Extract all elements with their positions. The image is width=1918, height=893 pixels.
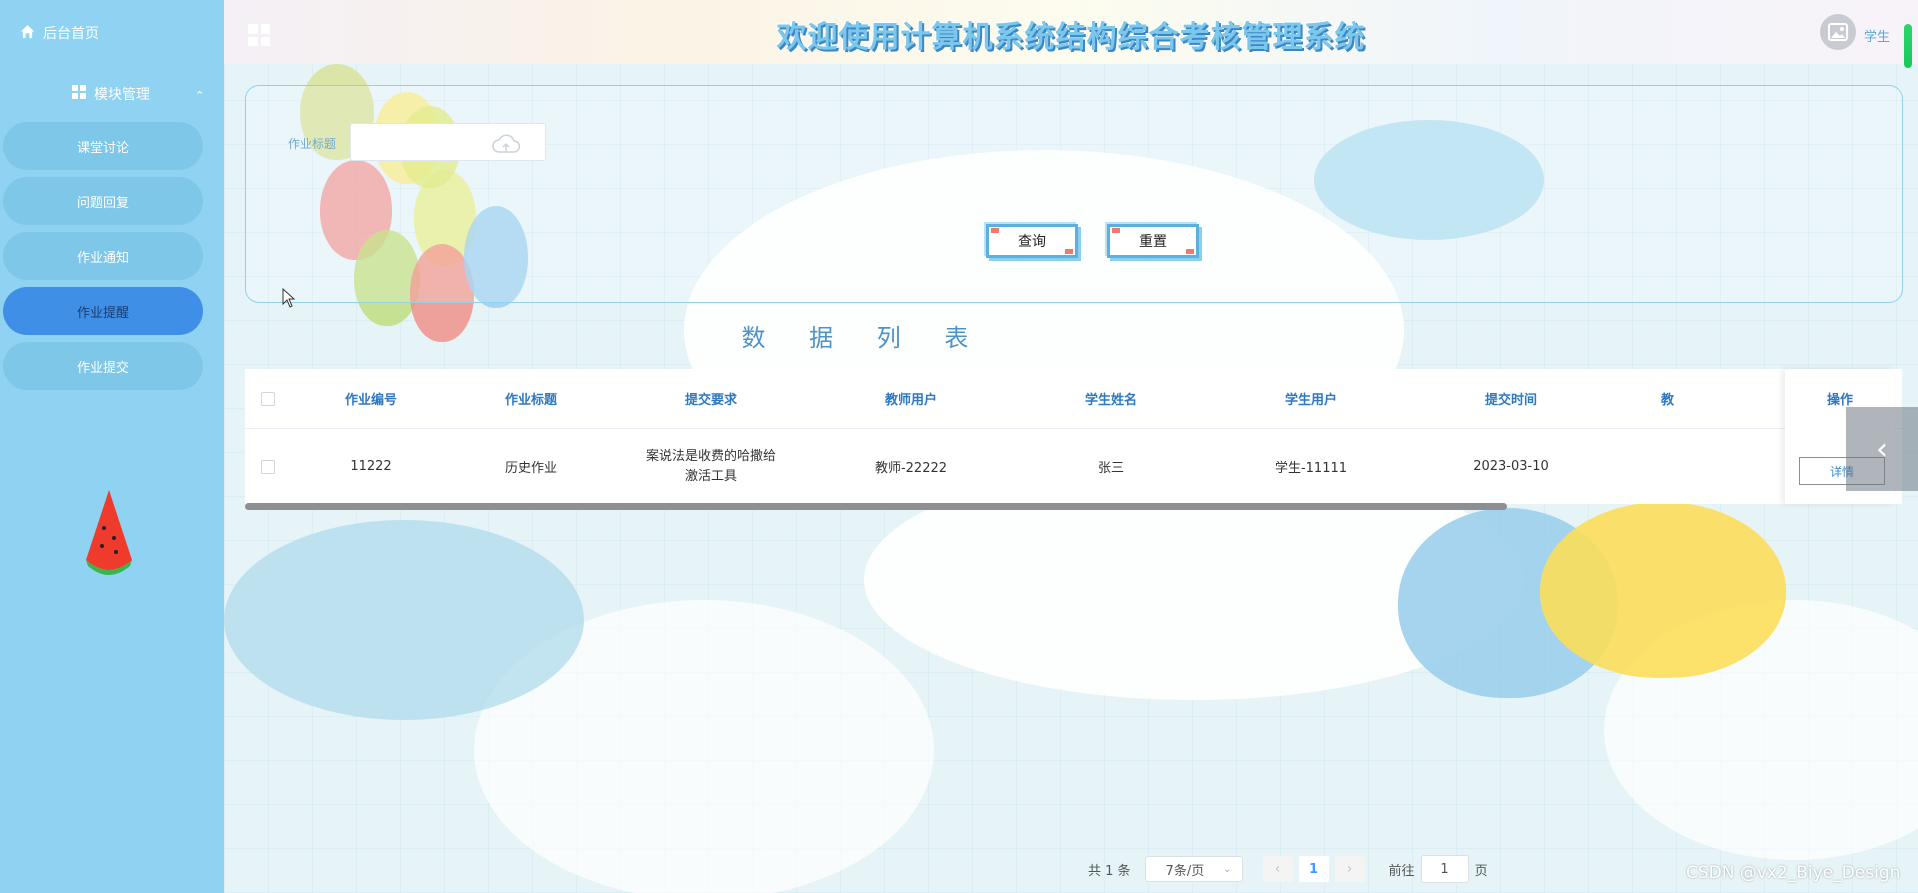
search-panel: 作业标题 查询 重置 xyxy=(245,85,1903,303)
table-cell: 历史作业 xyxy=(504,461,557,476)
chevron-left-icon: ‹ xyxy=(1274,861,1281,877)
sidebar-item-label: 作业通知 xyxy=(76,250,129,266)
user-role-label[interactable]: 学生 xyxy=(1864,26,1890,45)
table-cell: 11222 xyxy=(350,459,392,474)
cloud-icon xyxy=(492,134,521,158)
watermark-text: CSDN @vx2_Biye_Design xyxy=(1686,863,1901,883)
column-header[interactable]: 提交时间 xyxy=(1411,369,1611,428)
table-cell xyxy=(1611,429,1811,504)
column-header[interactable]: 学生姓名 xyxy=(1011,369,1211,428)
sidebar-item-homework-notice[interactable]: 作业通知 xyxy=(3,232,203,280)
row-checkbox[interactable] xyxy=(261,459,275,474)
sidebar-item-label: 作业提醒 xyxy=(76,305,129,321)
prev-page-button[interactable]: ‹ xyxy=(1262,856,1293,882)
table-cell: 学生-11111 xyxy=(1274,461,1348,476)
pagination: 共 1 条 7条/页 ⌄ ‹ 1 › 前往 1 页 xyxy=(1088,855,1488,883)
sidebar-item-question-reply[interactable]: 问题回复 xyxy=(3,177,203,225)
table-cell: 2023-03-10 xyxy=(1473,459,1549,474)
sidebar-item-label: 课堂讨论 xyxy=(76,140,129,156)
chevron-down-icon: ⌄ xyxy=(1223,863,1232,875)
cloud-decoration xyxy=(224,520,584,720)
goto-page-value: 1 xyxy=(1440,861,1449,877)
sidebar-group-module-management[interactable]: 模块管理 ⌄ xyxy=(72,83,204,105)
next-page-button[interactable]: › xyxy=(1334,856,1365,882)
query-button-label: 查询 xyxy=(1018,234,1046,250)
goto-suffix: 页 xyxy=(1474,863,1488,879)
goto-prefix: 前往 xyxy=(1388,863,1415,879)
homework-title-label: 作业标题 xyxy=(288,137,337,151)
data-list-title: 数 据 列 表 xyxy=(741,324,987,352)
balloon-decoration xyxy=(1540,502,1786,678)
sidebar-item-classroom-discussion[interactable]: 课堂讨论 xyxy=(3,122,203,170)
table-cell: 案说法是收费的哈撒给激活工具 xyxy=(645,448,776,484)
top-bar: 欢迎使用计算机系统结构综合考核管理系统 学生 xyxy=(224,0,1918,68)
button-accent xyxy=(1112,228,1120,233)
chevron-up-icon: ⌄ xyxy=(194,87,204,101)
button-accent xyxy=(1186,249,1194,254)
sidebar: 后台首页 模块管理 ⌄ 课堂讨论 问题回复 作业通知 作业提醒 作业提交 xyxy=(0,0,224,893)
collapse-panel-button[interactable]: ‹ xyxy=(1846,407,1918,491)
column-header[interactable]: 教师用户 xyxy=(811,369,1011,428)
select-all-checkbox[interactable] xyxy=(261,391,275,406)
column-header[interactable]: 作业标题 xyxy=(451,369,611,428)
page-size-value: 7条/页 xyxy=(1165,863,1205,879)
sidebar-home-label: 后台首页 xyxy=(43,26,99,42)
select-all-cell xyxy=(245,369,291,428)
data-table: 作业编号 作业标题 提交要求 教师用户 学生姓名 学生用户 提交时间 教 112… xyxy=(245,369,1902,504)
table-header: 作业编号 作业标题 提交要求 教师用户 学生姓名 学生用户 提交时间 教 xyxy=(245,369,1902,429)
table-cell: 张三 xyxy=(1097,461,1124,476)
sidebar-item-label: 问题回复 xyxy=(76,195,129,211)
sidebar-item-label: 作业提交 xyxy=(76,360,129,376)
table-cell: 教师-22222 xyxy=(874,461,948,476)
sidebar-home-link[interactable]: 后台首页 xyxy=(20,22,99,44)
page-title: 欢迎使用计算机系统结构综合考核管理系统 xyxy=(776,20,1366,55)
grid-icon xyxy=(72,85,86,103)
table-horizontal-scrollbar[interactable] xyxy=(245,503,1507,510)
button-accent xyxy=(991,228,999,233)
home-icon xyxy=(20,24,35,43)
page-number-button[interactable]: 1 xyxy=(1298,856,1329,882)
column-header[interactable]: 提交要求 xyxy=(611,369,811,428)
query-button[interactable]: 查询 xyxy=(986,224,1078,258)
mouse-cursor-icon xyxy=(282,287,296,312)
main-content: 欢迎使用计算机系统结构综合考核管理系统 学生 作业标题 查询 重置 数 据 列 … xyxy=(224,0,1918,893)
scroll-indicator xyxy=(1904,24,1912,68)
reset-button[interactable]: 重置 xyxy=(1107,224,1199,258)
table-row: 11222 历史作业 案说法是收费的哈撒给激活工具 教师-22222 张三 学生… xyxy=(245,429,1902,504)
pagination-total: 共 1 条 xyxy=(1088,863,1131,879)
reset-button-label: 重置 xyxy=(1139,234,1167,250)
chevron-left-icon: ‹ xyxy=(1876,431,1888,467)
page-size-select[interactable]: 7条/页 ⌄ xyxy=(1144,856,1243,882)
column-header[interactable]: 学生用户 xyxy=(1211,369,1411,428)
sidebar-item-homework-reminder[interactable]: 作业提醒 xyxy=(3,287,203,335)
current-page-number: 1 xyxy=(1309,861,1319,877)
sidebar-item-homework-submit[interactable]: 作业提交 xyxy=(3,342,203,390)
image-icon xyxy=(1828,23,1848,41)
column-header[interactable]: 教 xyxy=(1611,369,1811,428)
chevron-right-icon: › xyxy=(1346,861,1353,877)
watermelon-decoration xyxy=(84,488,134,582)
row-select-cell xyxy=(245,429,291,504)
goto-page-input[interactable]: 1 xyxy=(1420,855,1469,883)
button-accent xyxy=(1065,249,1073,254)
avatar[interactable] xyxy=(1820,14,1856,50)
column-header[interactable]: 作业编号 xyxy=(291,369,451,428)
sidebar-group-label: 模块管理 xyxy=(94,87,150,103)
